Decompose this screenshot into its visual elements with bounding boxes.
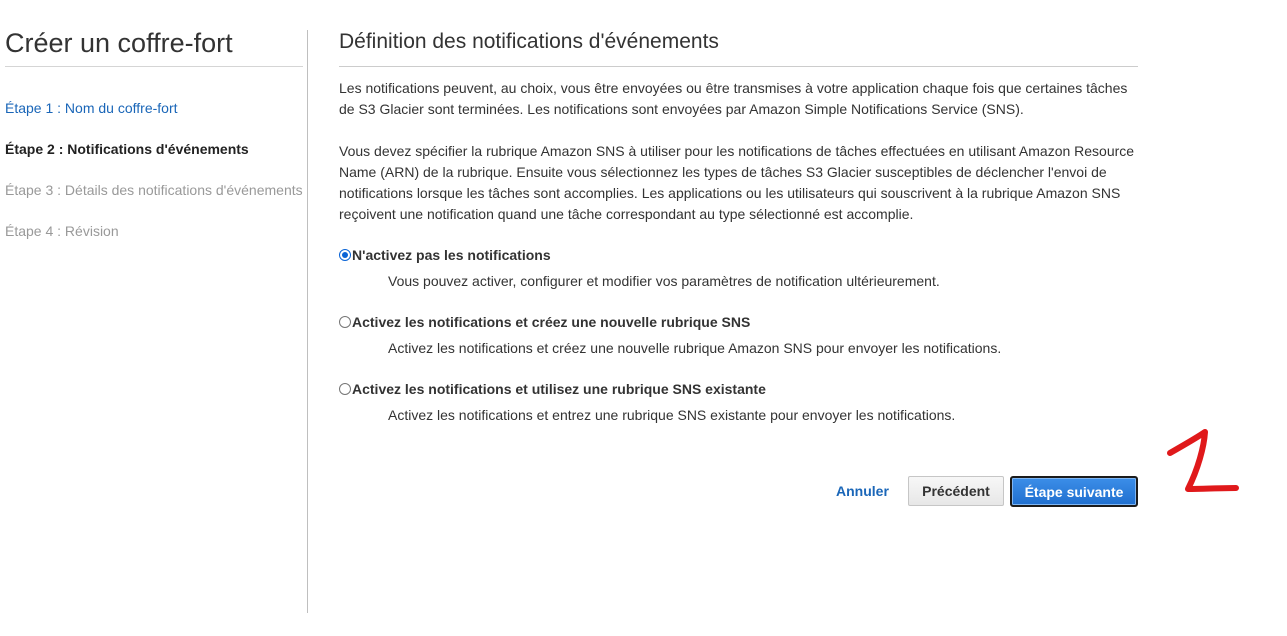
radio-selected-dot <box>342 252 348 258</box>
intro-paragraph: Les notifications peuvent, au choix, vou… <box>339 80 1128 117</box>
option-label[interactable]: Activez les notifications et utilisez un… <box>352 381 766 397</box>
arn-paragraph: Vous devez spécifier la rubrique Amazon … <box>339 143 1135 222</box>
option-description: Vous pouvez activer, configurer et modif… <box>388 273 940 289</box>
option-description: Activez les notifications et créez une n… <box>388 340 1002 356</box>
step-3-disabled: Étape 3 : Détails des notifications d'év… <box>5 182 303 198</box>
option-new-sns-topic[interactable]: Activez les notifications et créez une n… <box>339 314 750 330</box>
radio-existing-sns-topic[interactable] <box>339 383 351 395</box>
page-title: Définition des notifications d'événement… <box>339 30 1138 67</box>
next-step-button[interactable]: Étape suivante <box>1010 476 1138 507</box>
radio-new-sns-topic[interactable] <box>339 316 351 328</box>
step-2-current: Étape 2 : Notifications d'événements <box>5 141 249 157</box>
radio-no-notifications[interactable] <box>339 249 351 261</box>
sidebar-title: Créer un coffre-fort <box>5 28 303 67</box>
handwritten-number-one-icon <box>1167 429 1239 492</box>
option-existing-sns-topic[interactable]: Activez les notifications et utilisez un… <box>339 381 766 397</box>
wizard-sidebar: Créer un coffre-fort Étape 1 : Nom du co… <box>0 0 308 636</box>
previous-button[interactable]: Précédent <box>908 476 1004 506</box>
step-1-link[interactable]: Étape 1 : Nom du coffre-fort <box>5 100 178 116</box>
option-label[interactable]: N'activez pas les notifications <box>352 247 551 263</box>
step-4-disabled: Étape 4 : Révision <box>5 223 119 239</box>
option-no-notifications[interactable]: N'activez pas les notifications <box>339 247 551 263</box>
option-description: Activez les notifications et entrez une … <box>388 407 956 423</box>
option-label[interactable]: Activez les notifications et créez une n… <box>352 314 750 330</box>
vertical-divider <box>307 30 308 613</box>
cancel-button[interactable]: Annuler <box>836 481 889 501</box>
